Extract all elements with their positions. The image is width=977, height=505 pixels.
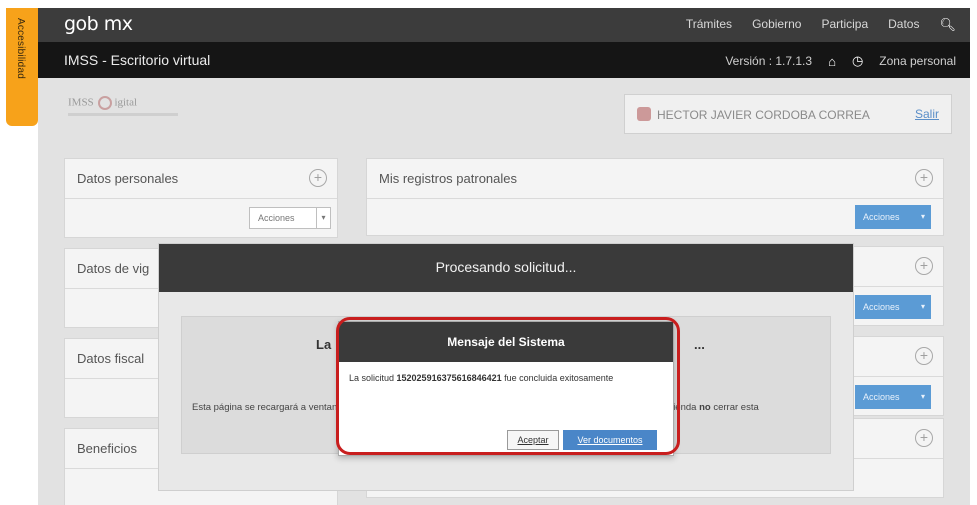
logo-tagline [68, 113, 178, 116]
note-suffix: cerrar esta [710, 402, 759, 413]
actions-label: Acciones [863, 302, 900, 312]
processing-title: Procesando solicitud... [435, 259, 577, 275]
zona-personal-link[interactable]: Zona personal [879, 54, 956, 68]
processing-note-right: omienda no cerrar esta [660, 400, 830, 415]
expand-plus-icon[interactable]: + [915, 169, 933, 187]
actions-label: Acciones [863, 212, 900, 222]
browser-viewport: Accesibilidad gob mx Trámites Gobierno P… [0, 0, 977, 505]
panel-title: Datos personales [77, 171, 179, 186]
actions-label: Acciones [258, 213, 295, 223]
red-highlight-outline [336, 317, 680, 455]
expand-plus-icon[interactable]: + [915, 429, 933, 447]
gob-top-bar: gob mx Trámites Gobierno Participa Datos… [38, 8, 970, 42]
logo-mark-icon [98, 96, 113, 110]
panel-header: Mis registros patronales + [367, 159, 943, 199]
panel-title: Beneficios [77, 441, 137, 456]
subbar-right: Versión : 1.7.1.3 ⌂ ◷ Zona personal [725, 53, 956, 69]
note-bold: no [699, 402, 711, 413]
panel-title: Mis registros patronales [379, 171, 517, 186]
logout-link[interactable]: Salir [915, 107, 939, 121]
chevron-down-icon: ▾ [920, 212, 925, 221]
search-icon[interactable]: 🔍︎ [939, 17, 956, 33]
gob-mx-logo[interactable]: gob mx [64, 13, 133, 35]
panel-title: Datos de vig [77, 261, 150, 276]
actions-button[interactable]: Acciones ▾ [855, 385, 931, 409]
actions-dropdown[interactable]: Acciones ▾ [249, 207, 331, 229]
processing-note-left: Esta página se recargará a ventana. [192, 402, 346, 413]
expand-plus-icon[interactable]: + [915, 257, 933, 275]
home-icon[interactable]: ⌂ [828, 54, 836, 69]
chevron-down-icon: ▾ [316, 208, 330, 228]
nav-gobierno[interactable]: Gobierno [752, 17, 801, 33]
version-label: Versión : 1.7.1.3 [725, 54, 813, 68]
clock-icon[interactable]: ◷ [852, 53, 863, 69]
processing-lead: La [316, 337, 332, 352]
user-avatar-icon [637, 107, 651, 121]
accessibility-label: Accesibilidad [15, 18, 26, 79]
actions-label: Acciones [863, 392, 900, 402]
expand-plus-icon[interactable]: + [915, 347, 933, 365]
nav-datos[interactable]: Datos [888, 17, 919, 33]
panel-title: Datos fiscal [77, 351, 145, 366]
user-box: HECTOR JAVIER CORDOBA CORREA Salir [624, 94, 952, 134]
processing-header: Procesando solicitud... [159, 244, 853, 292]
top-nav: Trámites Gobierno Participa Datos 🔍︎ [686, 17, 956, 33]
logo-suffix: igital [114, 96, 138, 109]
imss-digital-logo: IMSS igital [68, 96, 178, 116]
processing-ellipsis: ... [694, 337, 705, 352]
app-title: IMSS - Escritorio virtual [64, 52, 211, 68]
user-name: HECTOR JAVIER CORDOBA CORREA [657, 108, 870, 122]
nav-participa[interactable]: Participa [821, 17, 868, 33]
imss-sub-bar: IMSS - Escritorio virtual Versión : 1.7.… [38, 42, 970, 78]
chevron-down-icon: ▾ [920, 392, 925, 401]
expand-plus-icon[interactable]: + [309, 169, 327, 187]
panel-datos-personales: Datos personales + Acciones ▾ [64, 158, 338, 238]
nav-tramites[interactable]: Trámites [686, 17, 732, 33]
actions-button[interactable]: Acciones ▾ [855, 295, 931, 319]
accessibility-tab[interactable]: Accesibilidad [6, 8, 38, 126]
panel-header: Datos personales + [65, 159, 337, 199]
chevron-down-icon: ▾ [920, 302, 925, 311]
logo-text: IMSS [68, 96, 94, 109]
actions-button[interactable]: Acciones ▾ [855, 205, 931, 229]
panel-registros-patronales: Mis registros patronales + Acciones ▾ [366, 158, 944, 236]
